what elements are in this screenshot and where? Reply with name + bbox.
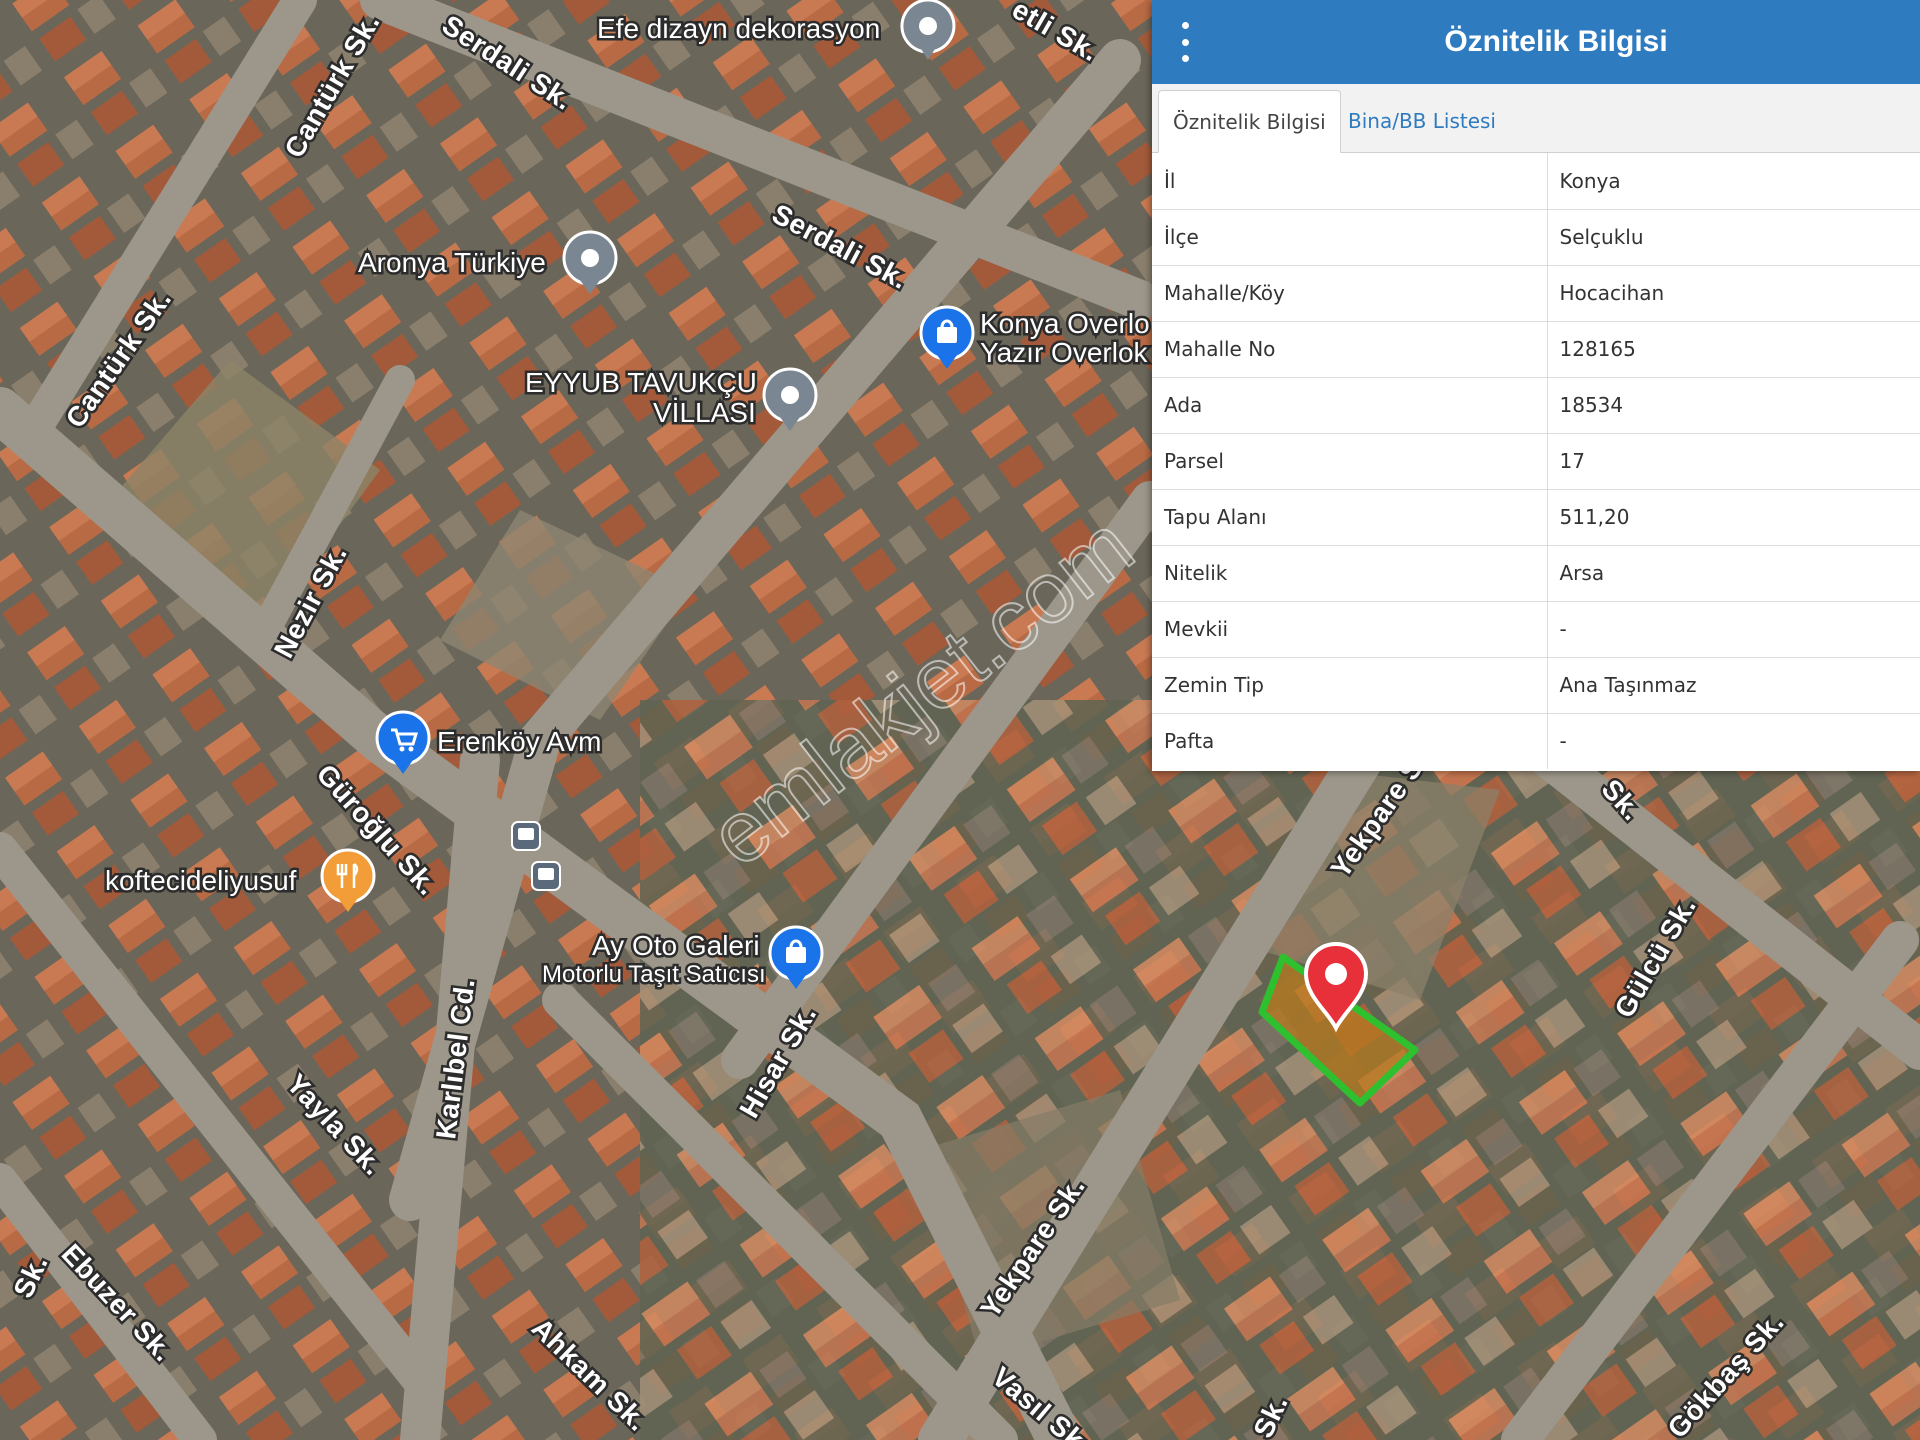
attribute-value: -	[1547, 601, 1920, 658]
attribute-key: Zemin Tip	[1152, 657, 1548, 714]
attribute-value: Ana Taşınmaz	[1547, 657, 1920, 714]
attribute-key: Mahalle No	[1152, 321, 1548, 378]
table-row: Mahalle No 128165	[1152, 321, 1920, 378]
attribute-panel: Öznitelik Bilgisi Öznitelik Bilgisi Bina…	[1152, 0, 1920, 771]
attribute-value: 511,20	[1547, 489, 1920, 546]
poi-label: EYYUB TAVUKÇU	[525, 367, 757, 398]
poi-label: Efe dizayn dekorasyon	[597, 13, 880, 44]
poi-label: Yazır Overlok	[980, 337, 1149, 368]
bus-stop-icon[interactable]	[531, 861, 561, 891]
attribute-key: Pafta	[1152, 713, 1548, 769]
panel-tabs: Öznitelik Bilgisi Bina/BB Listesi	[1152, 84, 1920, 153]
poi-label: Aronya Türkiye	[358, 247, 546, 278]
attribute-value: 18534	[1547, 377, 1920, 434]
poi-label: Motorlu Taşıt Satıcısı	[542, 961, 766, 988]
attribute-value: Konya	[1547, 153, 1920, 210]
poi-label: Erenköy Avm	[437, 726, 601, 757]
table-row: Ada 18534	[1152, 377, 1920, 434]
attribute-key: Tapu Alanı	[1152, 489, 1548, 546]
table-row: Tapu Alanı 511,20	[1152, 489, 1920, 546]
panel-title: Öznitelik Bilgisi	[1444, 25, 1668, 58]
table-row: Pafta -	[1152, 713, 1920, 769]
attribute-value: 128165	[1547, 321, 1920, 378]
tab-building-list[interactable]: Bina/BB Listesi	[1334, 90, 1510, 152]
attribute-value: 17	[1547, 433, 1920, 490]
attribute-value: -	[1559, 729, 1567, 754]
attribute-table: İl Konya İlçe Selçuklu Mahalle/Köy Hocaciha…	[1152, 153, 1920, 769]
attribute-value: Selçuklu	[1547, 209, 1920, 266]
tab-attribute-info[interactable]: Öznitelik Bilgisi	[1158, 90, 1341, 153]
poi-label: Ay Oto Galeri	[592, 930, 760, 961]
table-row: Mahalle/Köy Hocacihan	[1152, 265, 1920, 322]
table-row: Mevkii -	[1152, 601, 1920, 658]
table-row: İl Konya	[1152, 153, 1920, 210]
panel-header: Öznitelik Bilgisi	[1152, 0, 1920, 84]
bus-stop-icon[interactable]	[511, 821, 541, 851]
attribute-key: Nitelik	[1152, 545, 1548, 602]
attribute-key: Ada	[1152, 377, 1548, 434]
attribute-key: İl	[1152, 153, 1548, 210]
poi-label: Konya Overlo	[980, 308, 1150, 339]
attribute-key: Mevkii	[1152, 601, 1548, 658]
attribute-value: Arsa	[1547, 545, 1920, 602]
table-row: İlçe Selçuklu	[1152, 209, 1920, 266]
table-row: Zemin Tip Ana Taşınmaz	[1152, 657, 1920, 714]
attribute-key: Mahalle/Köy	[1152, 265, 1548, 322]
attribute-key: İlçe	[1152, 209, 1548, 266]
attribute-key: Parsel	[1152, 433, 1548, 490]
table-row: Nitelik Arsa	[1152, 545, 1920, 602]
poi-label: VİLLASI	[653, 397, 756, 428]
poi-label: koftecideliyusuf	[105, 865, 297, 896]
attribute-value: Hocacihan	[1547, 265, 1920, 322]
table-row: Parsel 17	[1152, 433, 1920, 490]
